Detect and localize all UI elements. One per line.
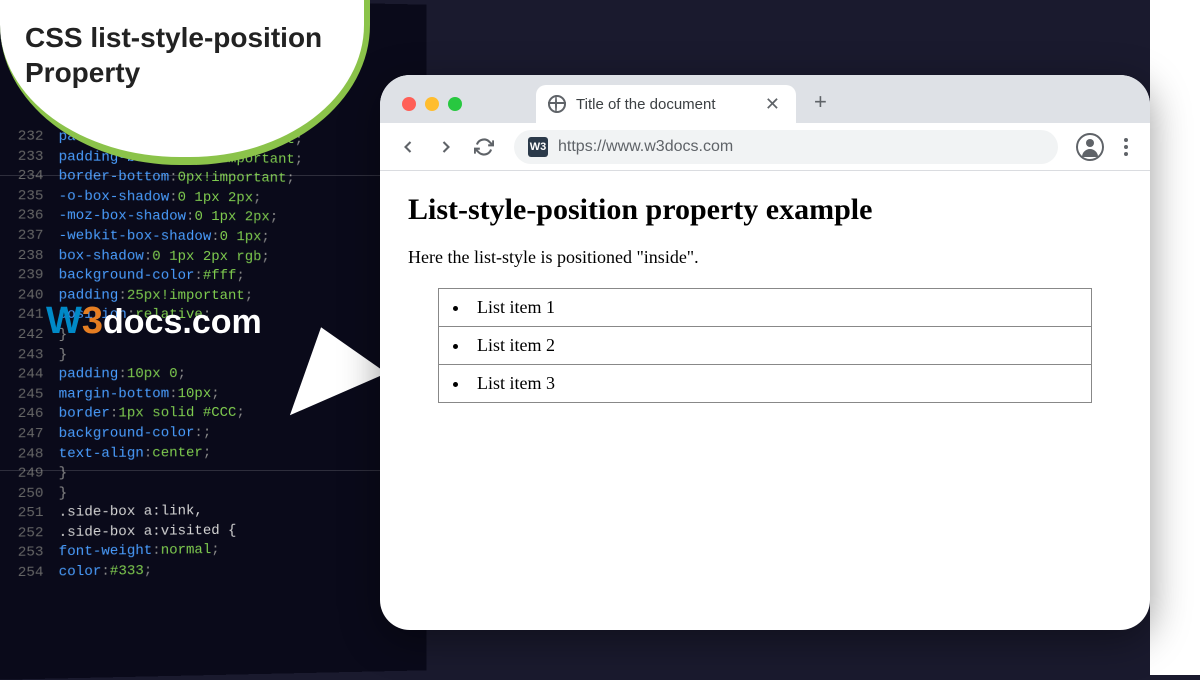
close-window-button[interactable] [402,97,416,111]
reload-button[interactable] [468,131,500,163]
globe-icon [548,95,566,113]
back-button[interactable] [392,131,424,163]
address-bar[interactable]: W3 https://www.w3docs.com [514,130,1058,164]
list-item: List item 2 [439,327,1091,365]
browser-toolbar: W3 https://www.w3docs.com [380,123,1150,171]
logo-w: W [46,300,82,342]
page-content: List-style-position property example Her… [380,171,1150,425]
tab-title: Title of the document [576,96,751,113]
browser-window: Title of the document ✕ + W3 https://www… [380,75,1150,630]
demo-list: List item 1 List item 2 List item 3 [438,288,1092,403]
browser-tab[interactable]: Title of the document ✕ [536,85,796,123]
slide-title: CSS list-style-position Property [25,20,339,90]
right-white-panel [1150,0,1200,675]
page-description: Here the list-style is positioned "insid… [408,247,1122,268]
list-item: List item 1 [439,289,1091,327]
list-item: List item 3 [439,365,1091,403]
url-text: https://www.w3docs.com [558,138,733,156]
new-tab-button[interactable]: + [796,89,841,123]
browser-menu-button[interactable] [1114,130,1138,164]
site-favicon-icon: W3 [528,137,548,157]
w3docs-logo: W3docs.com [46,300,262,343]
page-heading: List-style-position property example [408,193,1122,227]
forward-button[interactable] [430,131,462,163]
window-controls [394,97,474,123]
close-tab-button[interactable]: ✕ [761,94,784,115]
browser-tab-strip: Title of the document ✕ + [380,75,1150,123]
maximize-window-button[interactable] [448,97,462,111]
logo-3: 3 [82,300,103,342]
user-profile-button[interactable] [1076,133,1104,161]
minimize-window-button[interactable] [425,97,439,111]
logo-text: docs.com [103,303,262,341]
